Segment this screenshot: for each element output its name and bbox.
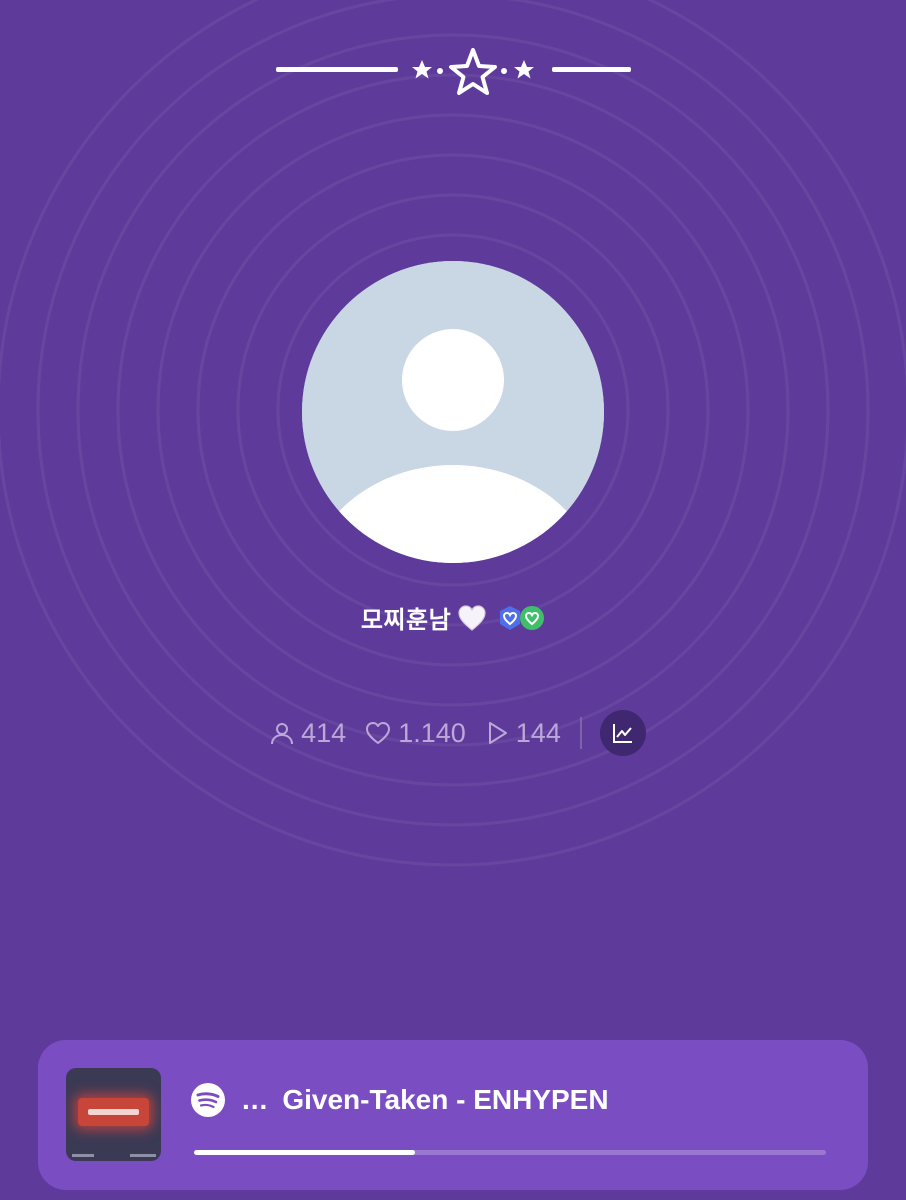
spotify-icon: [191, 1083, 225, 1117]
stats-row: 414 1.140 144: [0, 710, 906, 756]
stats-chart-button[interactable]: [599, 710, 646, 756]
plays-stat[interactable]: 144: [484, 718, 561, 749]
track-title: Given-Taken - ENHYPEN: [282, 1084, 609, 1115]
username: 모찌훈남: [360, 607, 452, 634]
white-heart-emoji: [458, 604, 486, 631]
followers-count: 414: [301, 717, 347, 748]
followers-stat[interactable]: 414: [269, 718, 346, 749]
shield-heart-badge-green-icon[interactable]: [519, 605, 545, 631]
progress-fill: [194, 1150, 416, 1155]
play-outline-icon: [488, 722, 507, 744]
heart-outline-icon: [366, 722, 391, 744]
scrolling-ellipsis: ...: [242, 1084, 269, 1115]
album-cover[interactable]: [66, 1068, 161, 1161]
line-chart-icon: [612, 724, 632, 743]
username-row: 모찌훈남: [0, 600, 906, 635]
star-divider-decoration: [276, 48, 631, 95]
likes-stat[interactable]: 1.140: [364, 718, 466, 749]
now-playing-card[interactable]: ... Given-Taken - ENHYPEN: [38, 1040, 868, 1190]
track-info: ... Given-Taken - ENHYPEN: [242, 1082, 609, 1118]
progress-bar[interactable]: [194, 1150, 826, 1155]
person-icon: [271, 723, 294, 745]
badge-group: [497, 605, 545, 631]
avatar[interactable]: [302, 261, 604, 563]
stats-divider: [579, 717, 582, 749]
likes-count: 1.140: [398, 717, 466, 748]
default-avatar-icon: [302, 261, 604, 563]
plays-count: 144: [515, 717, 561, 748]
